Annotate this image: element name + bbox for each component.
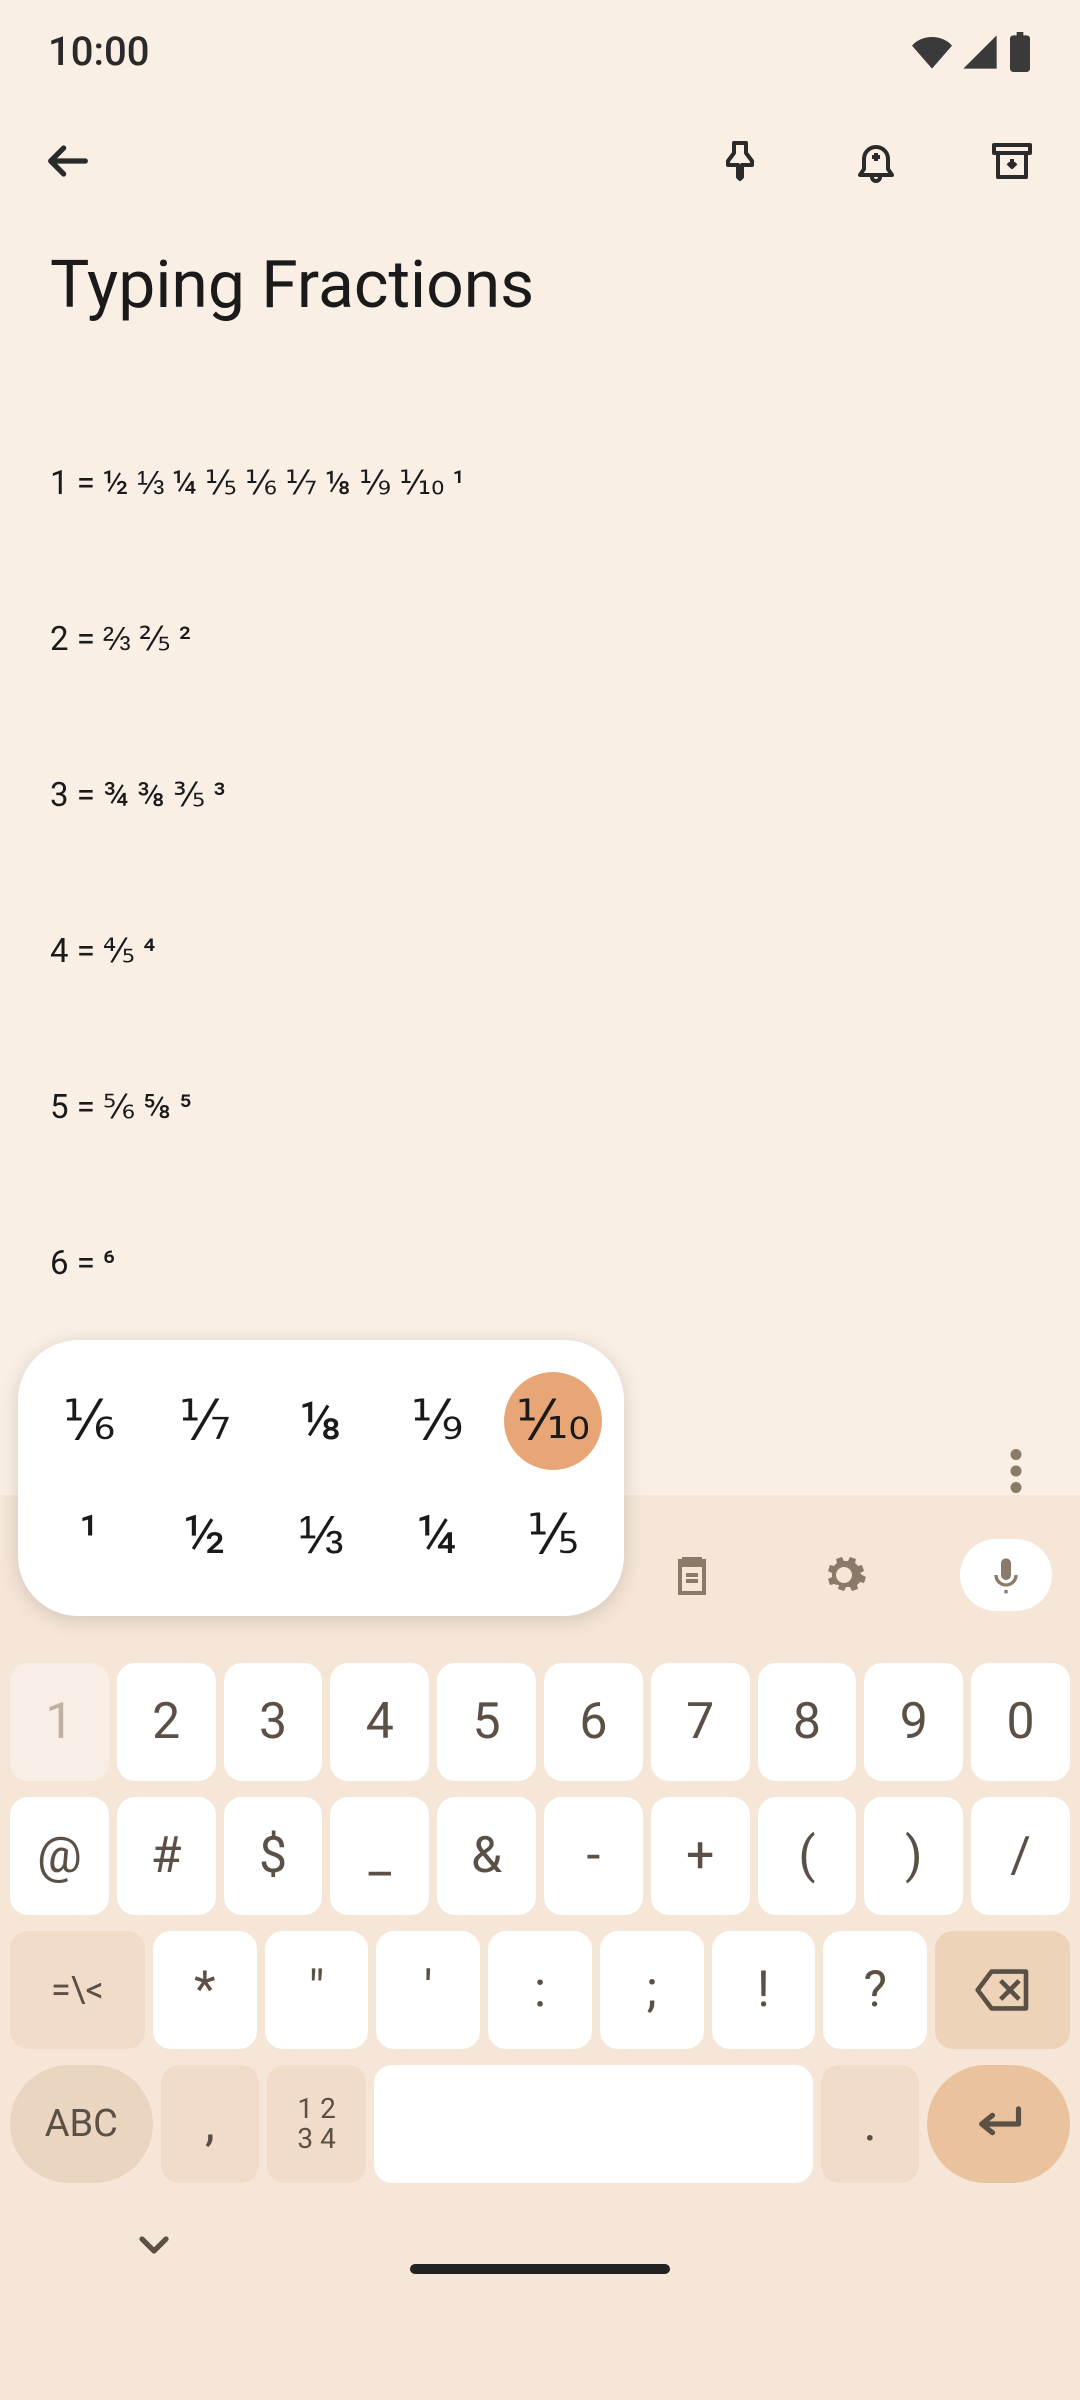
key-abc[interactable]: ABC xyxy=(10,2065,153,2183)
key-plus[interactable]: + xyxy=(651,1797,750,1915)
key-paren-close[interactable]: ) xyxy=(864,1797,963,1915)
nav-pill[interactable] xyxy=(410,2264,670,2274)
archive-icon xyxy=(988,137,1036,185)
key-row-4: ABC , 1 2 3 4 . xyxy=(10,2065,1070,2183)
fraction-option[interactable]: ½ xyxy=(156,1486,254,1584)
fraction-option[interactable]: ¼ xyxy=(388,1486,486,1584)
key-underscore[interactable]: _ xyxy=(330,1797,429,1915)
key-hash[interactable]: # xyxy=(117,1797,216,1915)
fraction-option[interactable]: ⅐ xyxy=(156,1372,254,1470)
clipboard-icon xyxy=(668,1551,716,1599)
note-line: 4 = ⅘ ⁴ xyxy=(50,926,1030,978)
key-exclaim[interactable]: ! xyxy=(712,1931,816,2049)
more-vert-icon xyxy=(1010,1449,1022,1493)
key-colon[interactable]: : xyxy=(488,1931,592,2049)
fraction-option[interactable]: ⅑ xyxy=(388,1372,486,1470)
key-symbol-switch[interactable]: =\< xyxy=(10,1931,145,2049)
pin-icon xyxy=(716,137,764,185)
battery-icon xyxy=(1008,32,1032,72)
voice-input-button[interactable] xyxy=(960,1539,1052,1611)
microphone-icon xyxy=(986,1551,1026,1599)
note-line: 3 = ¾ ⅜ ⅗ ³ xyxy=(50,770,1030,822)
enter-icon xyxy=(973,2104,1025,2144)
key-numpad-switch[interactable]: 1 2 3 4 xyxy=(267,2065,366,2183)
key-slash[interactable]: / xyxy=(971,1797,1070,1915)
key-period[interactable]: . xyxy=(821,2065,920,2183)
keyboard: 1 2 3 4 5 6 7 8 9 0 @ # $ _ & - + ( ) / … xyxy=(0,1495,1080,2400)
note-line: 2 = ⅔ ⅖ ² xyxy=(50,614,1030,666)
fraction-option[interactable]: ¹ xyxy=(40,1486,138,1584)
key-minus[interactable]: - xyxy=(544,1797,643,1915)
key-squote[interactable]: ' xyxy=(376,1931,480,2049)
key-row-3: =\< * " ' : ; ! ? xyxy=(10,1931,1070,2049)
chevron-down-icon xyxy=(130,2221,178,2269)
key-dquote[interactable]: " xyxy=(265,1931,369,2049)
key-comma[interactable]: , xyxy=(161,2065,260,2183)
back-button[interactable] xyxy=(32,125,104,197)
app-bar xyxy=(0,85,1080,217)
key-7[interactable]: 7 xyxy=(651,1663,750,1781)
key-5[interactable]: 5 xyxy=(437,1663,536,1781)
more-options-button[interactable] xyxy=(980,1435,1052,1507)
key-enter[interactable] xyxy=(927,2065,1070,2183)
key-6[interactable]: 6 xyxy=(544,1663,643,1781)
key-at[interactable]: @ xyxy=(10,1797,109,1915)
wifi-icon xyxy=(912,32,952,72)
system-nav-bar xyxy=(0,2199,1080,2299)
key-3[interactable]: 3 xyxy=(224,1663,323,1781)
status-icons xyxy=(912,32,1032,72)
note-line: 1 = ½ ⅓ ¼ ⅕ ⅙ ⅐ ⅛ ⅑ ⅒ ¹ xyxy=(50,458,1030,510)
cell-signal-icon xyxy=(960,32,1000,72)
note-line: 6 = ⁶ xyxy=(50,1238,1030,1290)
gear-icon xyxy=(820,1551,868,1599)
key-0[interactable]: 0 xyxy=(971,1663,1070,1781)
fraction-option[interactable]: ⅕ xyxy=(504,1486,602,1584)
status-time: 10:00 xyxy=(48,28,149,75)
note-title[interactable]: Typing Fractions xyxy=(0,217,1080,334)
bell-plus-icon xyxy=(852,137,900,185)
key-space[interactable] xyxy=(374,2065,813,2183)
key-backspace[interactable] xyxy=(935,1931,1070,2049)
reminder-button[interactable] xyxy=(840,125,912,197)
archive-button[interactable] xyxy=(976,125,1048,197)
key-row-1: 1 2 3 4 5 6 7 8 9 0 xyxy=(10,1663,1070,1781)
collapse-keyboard-button[interactable] xyxy=(130,2221,178,2269)
key-paren-open[interactable]: ( xyxy=(758,1797,857,1915)
note-line: 5 = ⅚ ⅝ ⁵ xyxy=(50,1082,1030,1134)
clipboard-button[interactable] xyxy=(656,1539,728,1611)
key-9[interactable]: 9 xyxy=(864,1663,963,1781)
status-bar: 10:00 xyxy=(0,0,1080,85)
fraction-option[interactable]: ⅙ xyxy=(40,1372,138,1470)
key-row-2: @ # $ _ & - + ( ) / xyxy=(10,1797,1070,1915)
key-star[interactable]: * xyxy=(153,1931,257,2049)
key-2[interactable]: 2 xyxy=(117,1663,216,1781)
fraction-option[interactable]: ⅛ xyxy=(272,1372,370,1470)
back-arrow-icon xyxy=(42,135,94,187)
fraction-option[interactable]: ⅓ xyxy=(272,1486,370,1584)
key-4[interactable]: 4 xyxy=(330,1663,429,1781)
key-8[interactable]: 8 xyxy=(758,1663,857,1781)
backspace-icon xyxy=(975,1967,1031,2013)
key-dollar[interactable]: $ xyxy=(224,1797,323,1915)
settings-button[interactable] xyxy=(808,1539,880,1611)
key-semicolon[interactable]: ; xyxy=(600,1931,704,2049)
fraction-option-highlighted[interactable]: ⅒ xyxy=(504,1372,602,1470)
key-question[interactable]: ? xyxy=(823,1931,927,2049)
key-1[interactable]: 1 xyxy=(10,1663,109,1781)
fraction-popup: ⅙ ⅐ ⅛ ⅑ ⅒ ¹ ½ ⅓ ¼ ⅕ xyxy=(18,1340,624,1616)
key-ampersand[interactable]: & xyxy=(437,1797,536,1915)
pin-button[interactable] xyxy=(704,125,776,197)
